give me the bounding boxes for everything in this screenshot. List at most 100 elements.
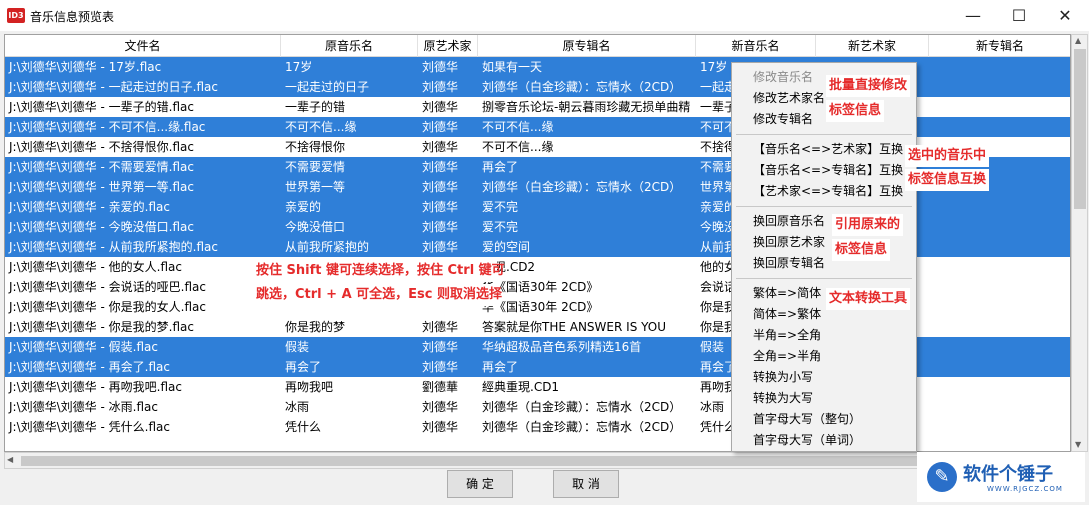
cell-orig-album: 爱的空间 [482,240,531,254]
cell-orig-title: 17岁 [285,60,313,74]
cell-orig-artist: 刘德华 [422,60,459,74]
cell-orig-artist: 刘德华 [422,340,459,354]
menu-item-capitalize-words[interactable]: 首字母大写（单词） [753,430,861,451]
cell-orig-title: 一辈子的错 [285,100,346,114]
annotation-batch-line2: 标签信息 [826,100,885,122]
cell-filename: J:\刘德华\刘德华 - 再会了.flac [9,360,170,374]
cell-filename: J:\刘德华\刘德华 - 世界第一等.flac [9,180,194,194]
horizontal-scrollbar[interactable]: ◀ [4,452,1071,469]
cell-orig-album: 华《国语30年 2CD》 [482,280,599,294]
cell-orig-album: 捌零音乐论坛-朝云暮雨珍藏无损单曲精 [482,100,691,114]
column-header-filename[interactable]: 文件名 [5,35,281,57]
menu-separator [736,206,912,207]
menu-item-to-lowercase[interactable]: 转换为小写 [753,367,813,388]
column-header-orig-title[interactable]: 原音乐名 [281,35,418,57]
cell-filename: J:\刘德华\刘德华 - 亲爱的.flac [9,200,170,214]
cell-orig-artist: 刘德华 [422,240,459,254]
cell-orig-artist: 刘德华 [422,100,459,114]
ok-button[interactable]: 确 定 [447,470,513,498]
cell-orig-title: 从前我所紧抱的 [285,240,370,254]
column-header-new-album[interactable]: 新专辑名 [929,35,1070,57]
cell-filename: J:\刘德华\刘德华 - 再吻我吧.flac [9,380,182,394]
cell-orig-artist: 刘德华 [422,80,459,94]
watermark: ✎ 软件个锤子 WWW.RJGCZ.COM [917,452,1085,502]
cell-orig-album: 刘德华（白金珍藏）：忘情水（2CD） [482,80,682,94]
cell-orig-artist: 刘德华 [422,180,459,194]
cell-orig-artist: 刘德华 [422,360,459,374]
cell-orig-album: 重现.CD2 [482,260,536,274]
vertical-scroll-thumb[interactable] [1074,49,1086,209]
cell-filename: J:\刘德华\刘德华 - 一辈子的错.flac [9,100,194,114]
close-button[interactable]: ✕ [1042,0,1088,31]
menu-item-edit-album[interactable]: 修改专辑名 [753,109,813,130]
menu-item-restore-artist[interactable]: 换回原艺术家 [753,232,825,253]
cell-filename: J:\刘德华\刘德华 - 17岁.flac [9,60,162,74]
menu-item-full-to-half[interactable]: 全角=>半角 [753,346,821,367]
menu-item-trad-to-simp[interactable]: 繁体=>简体 [753,283,821,304]
cell-orig-album: 不可不信...缘 [482,120,554,134]
cell-orig-album: 再会了 [482,160,519,174]
annotation-swap-line1: 选中的音乐中 [905,145,990,167]
cell-orig-artist: 刘德华 [422,220,459,234]
menu-item-swap-title-album[interactable]: 【音乐名<=>专辑名】互换 [753,160,903,181]
menu-item-swap-title-artist[interactable]: 【音乐名<=>艺术家】互换 [753,139,903,160]
cell-orig-album: 华纳超极品音色系列精选16首 [482,340,642,354]
annotation-select-all-hint: 跳选，Ctrl + A 可全选，Esc 则取消选择 [252,284,502,306]
scroll-down-icon[interactable]: ▼ [1075,440,1081,449]
maximize-button[interactable]: ☐ [996,0,1042,31]
cell-orig-album: 华《国语30年 2CD》 [482,300,599,314]
column-header-orig-album[interactable]: 原专辑名 [478,35,696,57]
menu-item-swap-artist-album[interactable]: 【艺术家<=>专辑名】互换 [753,181,903,202]
annotation-restore-line2: 标签信息 [832,239,891,261]
cell-orig-album: 如果有一天 [482,60,543,74]
cell-filename: J:\刘德华\刘德华 - 他的女人.flac [9,260,182,274]
cell-orig-album: 不可不信...缘 [482,140,554,154]
cell-orig-artist: 刘德华 [422,420,459,434]
cell-filename: J:\刘德华\刘德华 - 凭什么.flac [9,420,170,434]
menu-item-capitalize-sentence[interactable]: 首字母大写（整句） [753,409,861,430]
scroll-left-icon[interactable]: ◀ [7,455,13,464]
menu-item-simp-to-trad[interactable]: 简体=>繁体 [753,304,821,325]
cell-filename: J:\刘德华\刘德华 - 从前我所紧抱的.flac [9,240,218,254]
horizontal-scroll-thumb[interactable] [21,456,921,466]
cell-orig-title: 再会了 [285,360,322,374]
watermark-logo-icon: ✎ [927,462,957,492]
menu-item-restore-album[interactable]: 换回原专辑名 [753,253,825,274]
menu-item-restore-title[interactable]: 换回原音乐名 [753,211,825,232]
cell-filename: J:\刘德华\刘德华 - 不需要爱情.flac [9,160,194,174]
menu-item-half-to-full[interactable]: 半角=>全角 [753,325,821,346]
column-header-orig-artist[interactable]: 原艺术家 [418,35,478,57]
cell-orig-title: 世界第一等 [285,180,346,194]
column-header-new-artist[interactable]: 新艺术家 [816,35,929,57]
cell-orig-title: 今晚没借口 [285,220,346,234]
watermark-url: WWW.RJGCZ.COM [987,485,1063,493]
menu-item-to-uppercase[interactable]: 转换为大写 [753,388,813,409]
menu-item-edit-title[interactable]: 修改音乐名 [753,67,813,88]
scroll-up-icon[interactable]: ▲ [1075,36,1081,45]
cell-filename: J:\刘德华\刘德华 - 一起走过的日子.flac [9,80,218,94]
column-header-new-title[interactable]: 新音乐名 [696,35,816,57]
cell-filename: J:\刘德华\刘德华 - 假装.flac [9,340,158,354]
annotation-shift-ctrl-hint: 按住 Shift 键可连续选择，按住 Ctrl 键可 [252,260,505,282]
menu-separator [736,278,912,279]
cell-filename: J:\刘德华\刘德华 - 你是我的女人.flac [9,300,206,314]
annotation-text-tool: 文本转换工具 [826,288,911,310]
cell-orig-artist: 刘德华 [422,400,459,414]
annotation-restore-line1: 引用原来的 [832,214,904,236]
watermark-name: 软件个锤子 [963,464,1053,485]
annotation-swap-line2: 标签信息互换 [905,169,990,191]
cell-orig-album: 爱不完 [482,200,519,214]
cell-orig-title: 不需要爱情 [285,160,346,174]
cell-filename: J:\刘德华\刘德华 - 你是我的梦.flac [9,320,194,334]
cell-orig-album: 答案就是你THE ANSWER IS YOU [482,320,667,334]
cell-orig-artist: 刘德华 [422,120,459,134]
minimize-button[interactable]: — [950,0,996,31]
cell-filename: J:\刘德华\刘德华 - 会说话的哑巴.flac [9,280,206,294]
menu-item-edit-artist[interactable]: 修改艺术家名 [753,88,825,109]
cancel-button[interactable]: 取 消 [553,470,619,498]
cell-orig-album: 再会了 [482,360,519,374]
vertical-scrollbar[interactable]: ▲ ▼ [1071,34,1088,452]
cell-orig-title: 假装 [285,340,310,354]
cell-filename: J:\刘德华\刘德华 - 今晚没借口.flac [9,220,194,234]
cell-orig-artist: 劉德華 [422,380,459,394]
